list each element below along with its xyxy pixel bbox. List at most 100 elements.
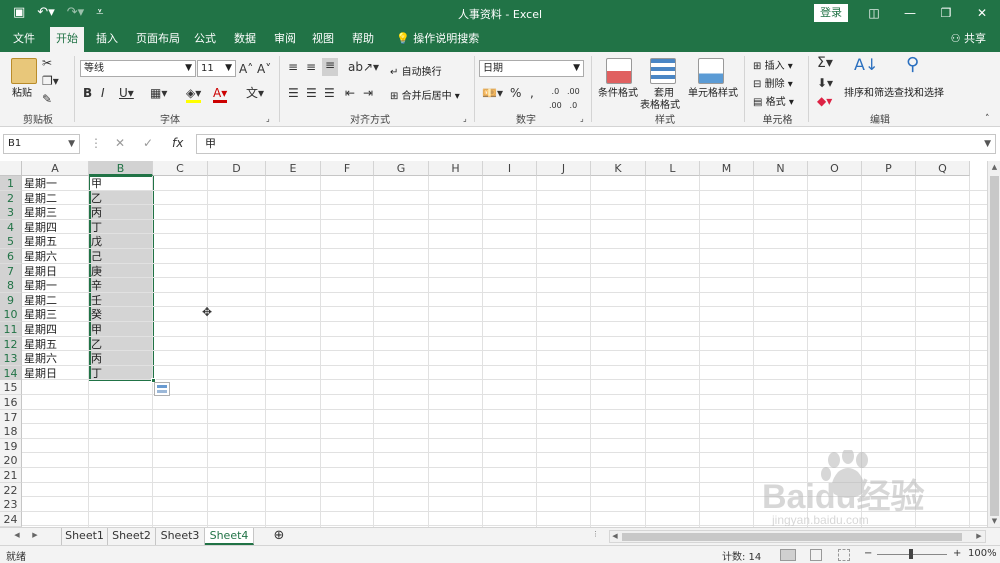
dialog-launcher-icon[interactable]: ⌟ — [463, 112, 467, 126]
column-header-g[interactable]: G — [374, 161, 429, 176]
column-header-i[interactable]: I — [483, 161, 537, 176]
dialog-launcher-icon[interactable]: ⌟ — [266, 112, 270, 126]
cell-b7[interactable]: 庚 — [89, 264, 102, 279]
format-cells-button[interactable]: ▤ 格式 ▾ — [753, 93, 794, 108]
column-header-d[interactable]: D — [208, 161, 266, 176]
tab-review[interactable]: 审阅 — [268, 27, 302, 52]
more-options-icon[interactable]: ⋮ — [90, 136, 102, 150]
tab-home[interactable]: 开始 — [50, 27, 84, 52]
decrease-font-icon[interactable]: A˅ — [257, 62, 271, 76]
share-button[interactable]: ⚇ 共享 — [951, 27, 986, 51]
cell-a1[interactable]: 星期一 — [22, 176, 57, 191]
row-header[interactable]: 20 — [0, 453, 22, 469]
tab-formulas[interactable]: 公式 — [188, 27, 222, 52]
row-header[interactable]: 21 — [0, 468, 22, 483]
maximize-icon[interactable]: ❐ — [933, 4, 959, 22]
fill-color-icon[interactable]: ◈▾ — [186, 86, 202, 103]
sheet-tab-sheet1[interactable]: Sheet1 — [61, 528, 108, 545]
zoom-level[interactable]: 100% — [968, 548, 997, 559]
row-header[interactable]: 18 — [0, 424, 22, 440]
sort-filter-button[interactable]: 排序和筛选 — [844, 84, 894, 99]
tab-view[interactable]: 视图 — [306, 27, 340, 52]
accounting-format-icon[interactable]: 💴▾ — [482, 86, 503, 100]
font-color-icon[interactable]: A▾ — [213, 86, 228, 103]
sheet-tab-sheet2[interactable]: Sheet2 — [108, 528, 156, 545]
vertical-scrollbar[interactable]: ▲ ▼ — [987, 161, 1000, 528]
font-size-combo[interactable]: 11 ▼ — [197, 60, 236, 77]
name-box[interactable]: B1 ▼ — [3, 134, 80, 154]
insert-function-icon[interactable]: fx — [172, 136, 183, 150]
row-header[interactable]: 16 — [0, 395, 22, 410]
align-left-icon[interactable]: ☰ — [288, 86, 299, 100]
find-select-icon[interactable]: ⚲ — [906, 56, 919, 74]
ribbon-display-icon[interactable]: ◫ — [861, 4, 887, 22]
prev-sheet-icon[interactable]: ◀ — [12, 531, 22, 539]
decrease-indent-icon[interactable]: ⇤ — [345, 86, 355, 100]
number-format-combo[interactable]: 日期 ▼ — [479, 60, 584, 77]
merge-center-button[interactable]: ⊞ 合并后居中 ▾ — [390, 87, 460, 102]
phonetic-icon[interactable]: 文▾ — [246, 86, 264, 100]
cancel-icon[interactable]: ✕ — [115, 136, 125, 150]
column-header-l[interactable]: L — [646, 161, 700, 176]
scroll-thumb[interactable] — [622, 533, 962, 541]
row-header[interactable]: 14 — [0, 365, 22, 381]
row-header[interactable]: 6 — [0, 249, 22, 264]
column-header-m[interactable]: M — [700, 161, 754, 176]
cell-b6[interactable]: 己 — [89, 249, 102, 264]
align-bottom-icon[interactable]: ≡ — [322, 58, 338, 76]
column-header-e[interactable]: E — [266, 161, 321, 176]
scroll-thumb[interactable] — [990, 176, 999, 516]
scroll-right-icon[interactable]: ▶ — [974, 532, 984, 540]
row-header[interactable]: 7 — [0, 263, 22, 279]
tell-me-search[interactable]: 💡 操作说明搜索 — [390, 27, 485, 52]
format-as-table-button-line2[interactable]: 表格格式 — [640, 96, 680, 111]
cell-b5[interactable]: 戊 — [89, 234, 102, 249]
underline-icon[interactable]: U▾ — [119, 86, 134, 100]
tab-data[interactable]: 数据 — [228, 27, 262, 52]
enter-icon[interactable]: ✓ — [143, 136, 153, 150]
row-header[interactable]: 24 — [0, 511, 22, 527]
formula-input[interactable]: 甲 ▼ — [196, 134, 996, 154]
row-header[interactable]: 8 — [0, 278, 22, 294]
font-name-combo[interactable]: 等线 ▼ — [80, 60, 196, 77]
cell-a8[interactable]: 星期一 — [22, 278, 57, 293]
conditional-formatting-icon[interactable] — [606, 58, 632, 84]
minimize-icon[interactable]: — — [897, 4, 923, 22]
autosum-icon[interactable]: Σ▾ — [817, 56, 833, 70]
scroll-down-icon[interactable]: ▼ — [988, 517, 1000, 525]
cell-a11[interactable]: 星期四 — [22, 322, 57, 337]
column-header-n[interactable]: N — [754, 161, 808, 176]
cell-a14[interactable]: 星期日 — [22, 366, 57, 381]
align-center-icon[interactable]: ☰ — [306, 86, 317, 100]
quick-analysis-icon[interactable] — [154, 382, 170, 396]
row-header[interactable]: 13 — [0, 351, 22, 367]
collapse-ribbon-icon[interactable]: ˄ — [985, 112, 990, 126]
format-painter-icon[interactable]: ✎ — [42, 92, 52, 106]
italic-icon[interactable]: I — [101, 86, 105, 100]
row-header[interactable]: 1 — [0, 176, 22, 191]
cell-a4[interactable]: 星期四 — [22, 220, 57, 235]
cell-b4[interactable]: 丁 — [89, 220, 102, 235]
add-sheet-icon[interactable]: ⊕ — [270, 528, 288, 545]
cell-styles-button[interactable]: 单元格样式 — [688, 84, 738, 99]
paste-icon[interactable] — [11, 58, 37, 84]
sheet-tab-sheet4[interactable]: Sheet4 — [205, 528, 254, 545]
percent-icon[interactable]: % — [510, 86, 521, 100]
scroll-up-icon[interactable]: ▲ — [988, 163, 1000, 171]
cell-b3[interactable]: 丙 — [89, 205, 102, 220]
column-header-f[interactable]: F — [321, 161, 374, 176]
copy-icon[interactable]: ❐▾ — [42, 74, 59, 88]
cell-b1[interactable]: 甲 — [89, 176, 102, 191]
row-header[interactable]: 4 — [0, 219, 22, 235]
column-header-q[interactable]: Q — [916, 161, 970, 176]
cell-a12[interactable]: 星期五 — [22, 337, 57, 352]
sort-filter-icon[interactable]: A↓ — [854, 57, 878, 73]
row-header[interactable]: 23 — [0, 497, 22, 513]
cell-a9[interactable]: 星期二 — [22, 293, 57, 308]
next-sheet-icon[interactable]: ▶ — [30, 531, 40, 539]
cell-a13[interactable]: 星期六 — [22, 351, 57, 366]
page-break-view-icon[interactable] — [838, 549, 850, 561]
insert-cells-button[interactable]: ⊞ 插入 ▾ — [753, 57, 793, 72]
tab-file[interactable]: 文件 — [7, 27, 41, 52]
row-header[interactable]: 3 — [0, 205, 22, 221]
